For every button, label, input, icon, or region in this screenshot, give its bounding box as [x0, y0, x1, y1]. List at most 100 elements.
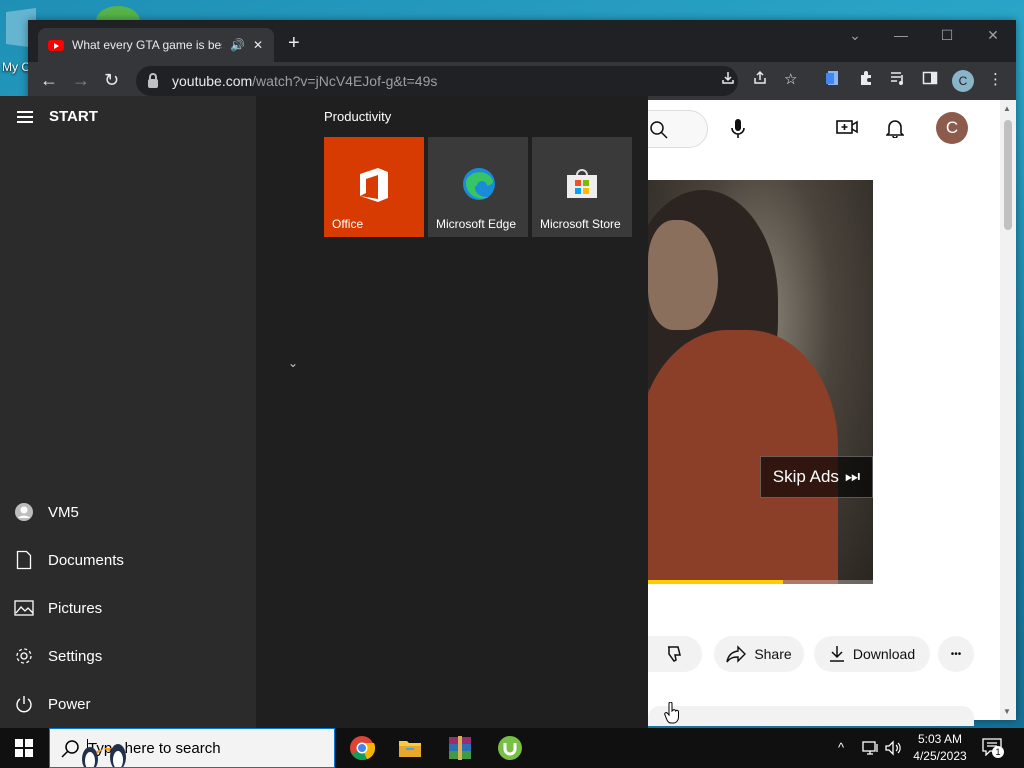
forward-button[interactable]: → — [72, 70, 90, 90]
reload-button[interactable]: ↻ — [104, 70, 119, 90]
penguins-illustration-icon — [82, 744, 126, 767]
maximize-button[interactable]: ☐ — [924, 20, 970, 52]
dislike-button[interactable] — [648, 636, 702, 672]
page-scrollbar[interactable]: ▲ ▼ — [1000, 100, 1016, 720]
notification-count-badge: 1 — [992, 746, 1004, 758]
ad-progress-fill — [648, 580, 783, 584]
media-controls-icon[interactable] — [890, 70, 906, 86]
tile-microsoft-store[interactable]: Microsoft Store — [532, 137, 632, 237]
rail-item-label: Pictures — [48, 599, 103, 617]
user-icon — [15, 503, 33, 521]
tile-microsoft-edge[interactable]: Microsoft Edge — [428, 137, 528, 237]
document-icon — [16, 550, 32, 570]
network-icon[interactable] — [862, 740, 880, 756]
microphone-icon[interactable] — [730, 118, 746, 140]
browser-toolbar: ← → ↻ youtube.com/watch?v=jNcV4EJof-g&t=… — [28, 62, 1016, 100]
taskbar-search-box[interactable]: Type here to search — [49, 728, 335, 768]
extensions-puzzle-icon[interactable] — [858, 70, 874, 86]
tile-label: Office — [332, 217, 364, 231]
winrar-icon — [449, 736, 471, 760]
bookmark-star-icon[interactable]: ☆ — [784, 70, 797, 90]
profile-avatar[interactable]: C — [952, 70, 974, 92]
desktop-icon-label: My C — [2, 60, 30, 74]
new-tab-button[interactable]: + — [288, 33, 300, 53]
taskbar-winrar[interactable] — [436, 728, 484, 768]
clock-time: 5:03 AM — [917, 732, 963, 746]
rail-item-settings[interactable]: Settings — [0, 632, 256, 680]
rail-item-power[interactable]: Power — [0, 680, 256, 728]
side-panel-icon[interactable] — [922, 70, 938, 86]
tile-label: Microsoft Edge — [436, 217, 517, 231]
scroll-down-arrow-icon[interactable]: ▼ — [1003, 707, 1011, 716]
account-avatar[interactable]: C — [936, 112, 968, 144]
notifications-bell-icon[interactable] — [886, 118, 904, 138]
thumbs-down-icon — [668, 646, 681, 662]
close-window-button[interactable]: ✕ — [970, 20, 1016, 52]
start-button[interactable] — [0, 728, 48, 768]
window-controls: ⌄ — ☐ ✕ — [832, 20, 1016, 52]
address-bar[interactable]: youtube.com/watch?v=jNcV4EJof-g&t=49s — [136, 66, 738, 96]
gear-icon — [16, 648, 32, 664]
install-app-icon[interactable] — [720, 70, 736, 86]
chrome-menu-icon[interactable]: ⋮ — [988, 70, 1003, 90]
audio-playing-icon[interactable]: 🔊 — [230, 38, 245, 52]
rail-item-label: VM5 — [48, 503, 79, 521]
create-video-icon[interactable] — [836, 118, 858, 136]
rail-item-label: Settings — [48, 647, 103, 665]
download-label: Download — [852, 646, 916, 662]
skip-ads-button[interactable]: Skip Ads ⏭ — [760, 456, 873, 498]
system-clock[interactable]: 5:03 AM 4/25/2023 — [904, 731, 976, 765]
office-icon — [360, 168, 388, 202]
tile-group-title: Productivity — [324, 109, 392, 124]
tab-youtube[interactable]: What every GTA game is best 🔊 ✕ — [38, 28, 274, 62]
windows-logo-icon — [15, 739, 33, 757]
rail-item-label: Documents — [48, 551, 124, 569]
file-explorer-icon — [399, 741, 421, 757]
skip-next-icon: ⏭ — [844, 467, 861, 486]
tile-label: Microsoft Store — [540, 217, 621, 231]
lock-icon[interactable] — [148, 72, 158, 88]
close-tab-icon[interactable]: ✕ — [253, 38, 263, 52]
pictures-icon — [14, 600, 34, 616]
back-button[interactable]: ← — [40, 70, 58, 90]
rail-item-user[interactable]: VM5 — [0, 488, 256, 536]
start-title: START — [49, 108, 98, 125]
minimize-button[interactable]: — — [878, 20, 924, 52]
taskbar-chrome[interactable] — [338, 728, 386, 768]
tile-office[interactable]: Office — [324, 137, 424, 237]
hand-cursor-icon — [664, 702, 679, 724]
chrome-icon — [350, 736, 375, 761]
taskbar-utorrent[interactable] — [486, 728, 534, 768]
tab-strip: What every GTA game is best 🔊 ✕ + ⌄ — ☐ … — [28, 20, 1016, 62]
taskbar-file-explorer[interactable] — [386, 728, 434, 768]
share-page-icon[interactable] — [752, 70, 768, 86]
share-button[interactable]: Share — [714, 636, 804, 672]
more-actions-button[interactable]: ••• — [938, 636, 974, 672]
action-center-button[interactable]: 1 — [982, 738, 1004, 761]
ad-progress-bar[interactable] — [648, 580, 873, 584]
url-text[interactable]: youtube.com/watch?v=jNcV4EJof-g&t=49s — [172, 73, 437, 89]
download-button[interactable]: Download — [814, 636, 930, 672]
video-player[interactable]: Skip Ads ⏭ — [648, 180, 873, 584]
description-box[interactable] — [648, 706, 974, 726]
taskbar: Type here to search ^ 5:03 AM 4/25/2023 … — [0, 728, 1024, 768]
extension-docs-icon[interactable] — [826, 70, 840, 86]
volume-icon[interactable] — [884, 740, 902, 756]
hamburger-menu-icon[interactable] — [17, 111, 33, 126]
rail-item-label: Power — [48, 695, 91, 713]
youtube-favicon-icon — [48, 39, 64, 51]
scrollbar-thumb[interactable] — [1004, 120, 1012, 230]
show-hidden-icons-chevron-icon[interactable]: ^ — [838, 740, 844, 755]
scroll-up-arrow-icon[interactable]: ▲ — [1003, 104, 1011, 113]
expand-chevron-icon[interactable]: ⌄ — [288, 356, 298, 370]
share-label: Share — [754, 646, 792, 662]
skip-ads-label: Skip Ads — [772, 467, 839, 486]
tab-search-button[interactable]: ⌄ — [832, 20, 878, 52]
tab-title: What every GTA game is best — [72, 38, 222, 52]
clock-date: 4/25/2023 — [913, 749, 967, 763]
search-icon — [650, 121, 668, 139]
start-menu-rail: START VM5 Documents Pictures Settings Po… — [0, 96, 256, 728]
rail-item-documents[interactable]: Documents — [0, 536, 256, 584]
share-arrow-icon — [726, 645, 747, 663]
rail-item-pictures[interactable]: Pictures — [0, 584, 256, 632]
